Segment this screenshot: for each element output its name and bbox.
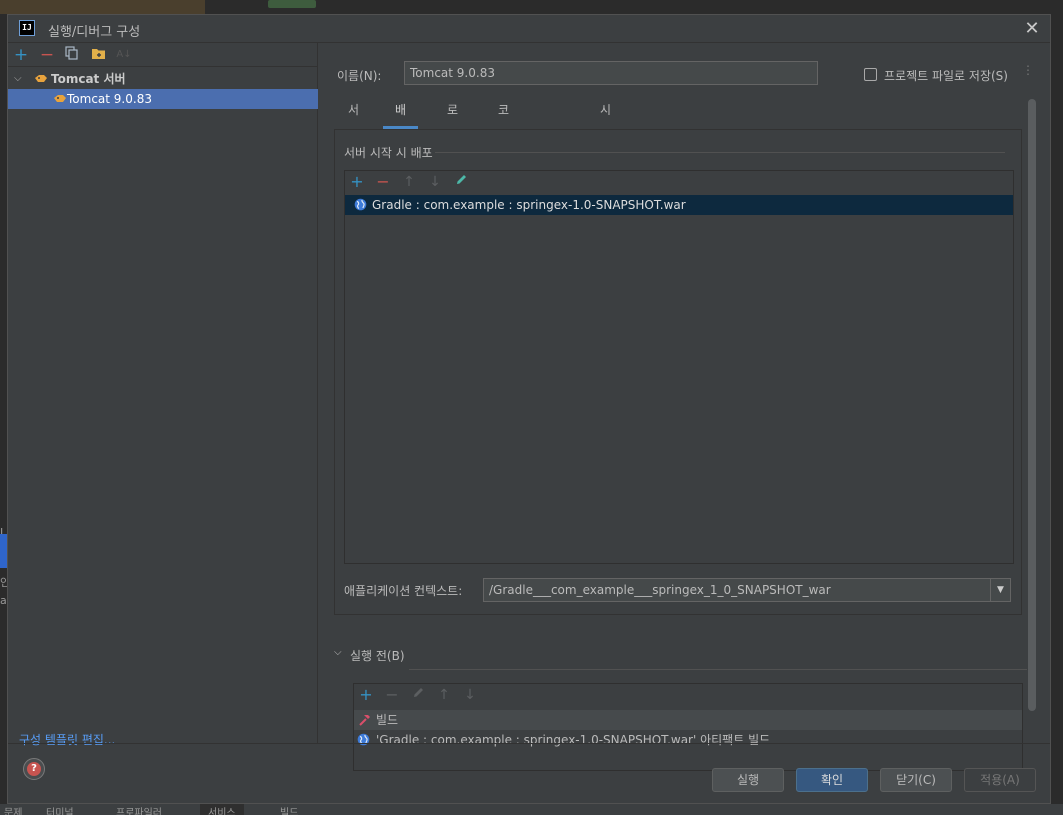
chevron-down-icon[interactable]: ⌵ <box>14 69 22 89</box>
chevron-down-icon[interactable]: ⌵ <box>334 647 342 658</box>
app-context-value: /Gradle___com_example___springex_1_0_SNA… <box>489 583 831 597</box>
remove-icon[interactable]: − <box>374 173 392 191</box>
close-button[interactable]: 닫기(C) <box>880 768 952 792</box>
deployment-list-toolbar: + − ↑ ↓ <box>345 171 1013 195</box>
tomcat-icon <box>35 75 47 82</box>
before-launch-toolbar: + − ↑ ↓ <box>354 684 1022 708</box>
before-launch-item[interactable]: 빌드 <box>354 710 1022 730</box>
tool-window-services[interactable]: 서비스 <box>200 804 244 815</box>
close-icon[interactable]: ✕ <box>1022 19 1042 39</box>
background-ide-top <box>0 0 1063 14</box>
run-button[interactable]: 실행 <box>712 768 784 792</box>
background-selection <box>0 534 7 568</box>
tab-startup-connection[interactable]: 시작/연결 <box>598 95 617 207</box>
intellij-icon: IJ <box>19 20 35 36</box>
add-icon[interactable]: + <box>357 686 375 704</box>
before-launch-label: 실행 전(B) <box>350 649 405 663</box>
before-launch-item-label: 빌드 <box>376 713 399 727</box>
add-icon[interactable]: + <box>12 46 30 64</box>
arrow-down-icon: ↓ <box>429 174 441 190</box>
name-field[interactable]: Tomcat 9.0.83 <box>404 61 818 85</box>
section-divider <box>435 152 1005 153</box>
tab-deployment[interactable]: 배포 <box>383 95 419 147</box>
deployment-panel: 서버 시작 시 배포 + − ↑ ↓ Gradle : com.example … <box>334 129 1022 615</box>
tab-code-coverage[interactable]: 코드 커버리지 <box>496 95 511 267</box>
background-ide-left: I 인 at <box>0 14 11 804</box>
config-tree: ⌵ Tomcat 서버 Tomcat 9.0.83 <box>8 69 318 109</box>
run-debug-config-dialog: IJ 실행/디버그 구성 ✕ + − A↓ ⌵ Tomcat 서버 Tomcat <box>7 14 1051 804</box>
deploy-section-title: 서버 시작 시 배포 <box>344 146 433 160</box>
dialog-footer: ? 실행 확인 닫기(C) 적용(A) <box>8 743 1050 803</box>
remove-icon[interactable]: − <box>38 46 56 64</box>
background-code-fragment <box>268 0 316 8</box>
hammer-icon <box>359 715 370 726</box>
ok-button[interactable]: 확인 <box>796 768 868 792</box>
background-accent <box>0 0 205 14</box>
config-editor-panel: 이름(N): Tomcat 9.0.83 프로젝트 파일로 저장(S) ⋮ 서버… <box>319 43 1050 771</box>
folder-icon[interactable] <box>89 46 107 64</box>
arrow-up-icon: ↑ <box>403 174 415 190</box>
config-tree-toolbar: + − A↓ <box>8 43 318 67</box>
tool-window-build[interactable]: 빌드 <box>280 804 298 815</box>
dialog-titlebar: IJ 실행/디버그 구성 ✕ <box>8 15 1050 43</box>
chevron-down-icon[interactable]: ▼ <box>990 579 1010 601</box>
deployment-item-label: Gradle : com.example : springex-1.0-SNAP… <box>372 198 686 212</box>
tree-item-label: Tomcat 9.0.83 <box>67 92 152 106</box>
tomcat-icon <box>54 95 66 102</box>
arrow-down-icon: ↓ <box>464 687 476 703</box>
tool-window-profiler[interactable]: 프로파일러 <box>116 804 162 815</box>
tab-logs[interactable]: 로그 <box>445 95 460 147</box>
more-options-icon[interactable]: ⋮ <box>1022 63 1034 77</box>
edit-icon <box>409 686 427 704</box>
tool-window-problems[interactable]: 문제 <box>4 804 22 815</box>
edit-icon[interactable] <box>452 173 470 191</box>
store-as-project-file-checkbox[interactable] <box>864 68 877 81</box>
sort-icon: A↓ <box>116 49 132 60</box>
copy-icon[interactable] <box>63 46 81 64</box>
tree-group-label: Tomcat 서버 <box>51 72 126 86</box>
deployment-list: + − ↑ ↓ Gradle : com.example : springex-… <box>344 170 1014 564</box>
dialog-title: 실행/디버그 구성 <box>48 25 141 40</box>
globe-icon <box>354 198 367 211</box>
config-tree-panel: + − A↓ ⌵ Tomcat 서버 Tomcat 9.0.83 구성 템플릿 … <box>8 43 318 747</box>
tree-group-tomcat-server[interactable]: ⌵ Tomcat 서버 <box>8 69 318 89</box>
help-icon[interactable]: ? <box>23 758 45 780</box>
arrow-up-icon: ↑ <box>438 687 450 703</box>
store-as-project-file-label[interactable]: 프로젝트 파일로 저장(S) <box>884 67 1008 84</box>
tool-window-terminal[interactable]: 터미널 <box>46 804 74 815</box>
name-label: 이름(N): <box>337 69 382 83</box>
tab-server[interactable]: 서버 <box>346 95 361 147</box>
app-context-combobox[interactable]: /Gradle___com_example___springex_1_0_SNA… <box>483 578 1011 602</box>
background-tool-window-bar: 문제 터미널 프로파일러 서비스 빌드 <box>0 804 1063 815</box>
vertical-scrollbar[interactable] <box>1028 99 1036 711</box>
remove-icon: − <box>385 685 399 704</box>
section-divider <box>409 669 1027 670</box>
deployment-item[interactable]: Gradle : com.example : springex-1.0-SNAP… <box>345 195 1013 215</box>
apply-button: 적용(A) <box>964 768 1036 792</box>
app-context-label: 애플리케이션 컨텍스트: <box>344 584 463 598</box>
add-icon[interactable]: + <box>348 173 366 191</box>
tree-item-tomcat-9[interactable]: Tomcat 9.0.83 <box>8 89 318 109</box>
